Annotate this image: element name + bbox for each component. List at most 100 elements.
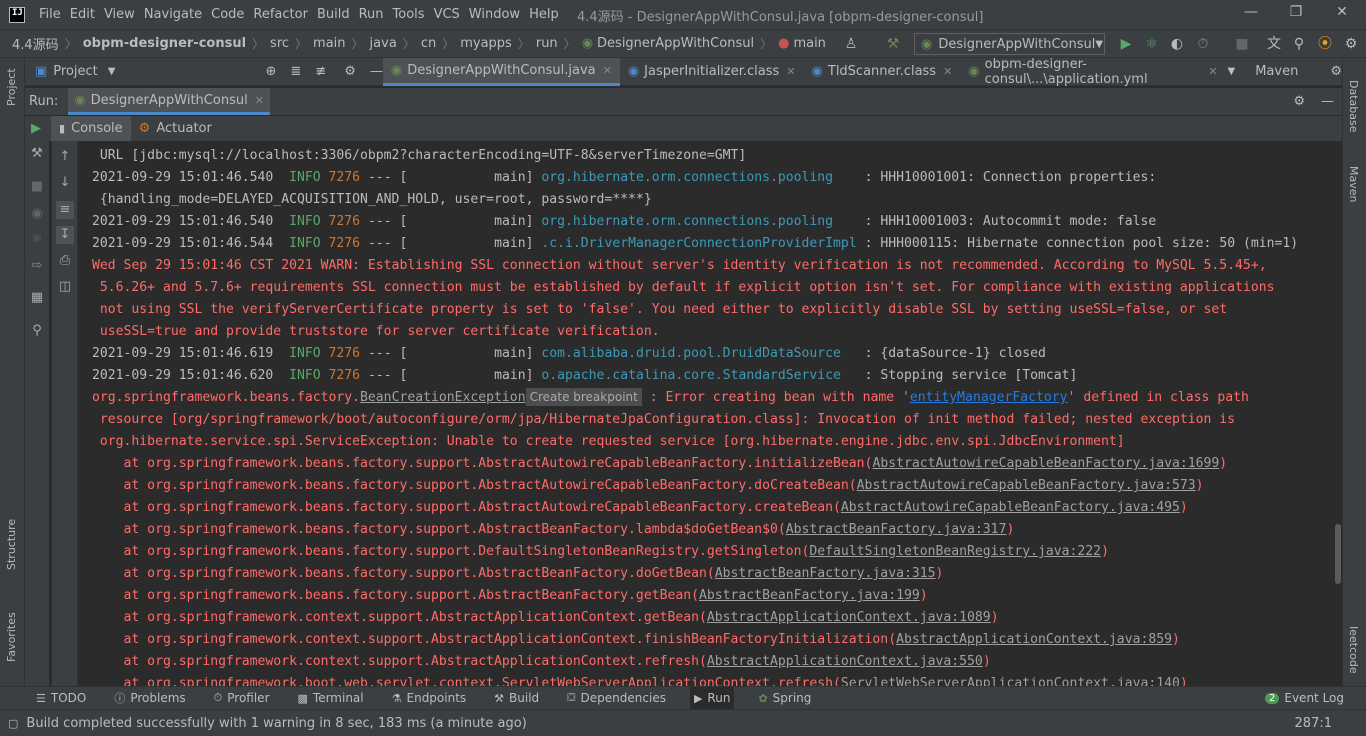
- run-panel-gear-icon[interactable]: ⚙: [1293, 94, 1305, 109]
- project-panel-header[interactable]: ▣ Project ▼ ⊕ ≣ ≢ ⚙ —: [25, 64, 383, 79]
- menu-build[interactable]: Build: [313, 7, 354, 22]
- print-icon[interactable]: ⎙: [56, 252, 74, 270]
- source-link[interactable]: AbstractBeanFactory.java:317: [786, 522, 1007, 537]
- leetcode-tool-button[interactable]: Ieetcode: [1347, 626, 1360, 674]
- favorites-tool-button[interactable]: Favorites: [5, 612, 18, 662]
- menu-edit[interactable]: Edit: [66, 7, 99, 22]
- coverage-icon[interactable]: ◐: [1168, 35, 1186, 53]
- exit-icon[interactable]: ⇨: [28, 257, 46, 275]
- translate-icon[interactable]: 文: [1265, 35, 1283, 53]
- menu-window[interactable]: Window: [465, 7, 524, 22]
- tab-application-yml[interactable]: ◉ obpm-designer-consul\...\application.y…: [960, 57, 1225, 87]
- tool-todo[interactable]: ☰ TODO: [32, 687, 90, 710]
- run-configuration-select[interactable]: ◉ DesignerAppWithConsul ▼: [914, 33, 1105, 55]
- tool-endpoints[interactable]: ⚗ Endpoints: [388, 687, 471, 710]
- event-log-button[interactable]: 2 Event Log: [1261, 687, 1348, 710]
- arrow-up-icon[interactable]: ↑: [56, 148, 74, 166]
- cursor-position[interactable]: 287:1: [1295, 716, 1332, 731]
- hide-icon[interactable]: —: [370, 64, 383, 79]
- breadcrumb-src[interactable]: src: [270, 36, 289, 51]
- menu-run[interactable]: Run: [355, 7, 388, 22]
- source-link[interactable]: AbstractAutowireCapableBeanFactory.java:…: [872, 456, 1219, 471]
- menu-vcs[interactable]: VCS: [430, 7, 464, 22]
- database-tool-button[interactable]: Database: [1347, 80, 1360, 133]
- layout-icon[interactable]: ▦: [28, 289, 46, 307]
- stop-icon[interactable]: ■: [1233, 35, 1251, 53]
- project-tool-button[interactable]: Project: [5, 68, 18, 106]
- close-tab-icon[interactable]: ✕: [943, 65, 952, 78]
- arrow-down-icon[interactable]: ↓: [56, 174, 74, 192]
- settings-sync-icon[interactable]: ⚙: [1342, 35, 1360, 53]
- tool-terminal[interactable]: ▩ Terminal: [294, 687, 368, 710]
- locate-icon[interactable]: ⊕: [265, 64, 276, 79]
- maven-tool-button[interactable]: Maven: [1347, 166, 1360, 202]
- source-link[interactable]: AbstractBeanFactory.java:315: [715, 566, 936, 581]
- console-output[interactable]: URL [jdbc:mysql://localhost:3306/obpm2?c…: [79, 141, 1334, 686]
- tab-jasperinitializer[interactable]: ◉ JasperInitializer.class ✕: [620, 58, 804, 86]
- console-scrollbar[interactable]: [1334, 141, 1342, 686]
- maven-panel-label[interactable]: Maven: [1255, 64, 1298, 79]
- source-link[interactable]: ServletWebServerApplicationContext.java:…: [841, 676, 1180, 686]
- breadcrumb-method[interactable]: ● main: [778, 36, 826, 51]
- scrollbar-thumb[interactable]: [1335, 524, 1341, 584]
- maven-gear-icon[interactable]: ⚙: [1330, 64, 1342, 79]
- breadcrumb-class[interactable]: ◉ DesignerAppWithConsul: [582, 36, 754, 51]
- source-link[interactable]: AbstractBeanFactory.java:199: [699, 588, 920, 603]
- tool-problems[interactable]: ⓘ Problems: [110, 687, 189, 710]
- breadcrumb-java[interactable]: java: [370, 36, 397, 51]
- menu-navigate[interactable]: Navigate: [140, 7, 206, 22]
- rerun-icon[interactable]: ▶: [31, 121, 41, 136]
- camera-icon[interactable]: ◉: [28, 205, 46, 223]
- restore-icon[interactable]: ❐: [1285, 4, 1307, 24]
- close-tab-icon[interactable]: ✕: [603, 64, 612, 77]
- gear-icon[interactable]: ⚙: [344, 64, 356, 79]
- menu-help[interactable]: Help: [525, 7, 563, 22]
- run-icon[interactable]: ▶: [1117, 35, 1135, 53]
- tool-spring[interactable]: ✿ Spring: [754, 687, 815, 710]
- close-window-icon[interactable]: ✕: [1331, 4, 1353, 24]
- intellij-logo-icon[interactable]: IJ: [9, 6, 25, 23]
- search-icon[interactable]: ⚲: [1290, 35, 1308, 53]
- source-link[interactable]: AbstractApplicationContext.java:1089: [707, 610, 991, 625]
- breadcrumb-myapps[interactable]: myapps: [460, 36, 512, 51]
- tool-build[interactable]: ⚒ Build: [490, 687, 543, 710]
- source-link[interactable]: AbstractAutowireCapableBeanFactory.java:…: [857, 478, 1196, 493]
- menu-view[interactable]: View: [100, 7, 139, 22]
- source-link[interactable]: DefaultSingletonBeanRegistry.java:222: [809, 544, 1101, 559]
- breadcrumb-project[interactable]: 4.4源码: [12, 34, 59, 53]
- trash-icon[interactable]: ◫: [56, 278, 74, 296]
- menu-file[interactable]: File: [35, 7, 65, 22]
- close-tab-icon[interactable]: ✕: [786, 65, 795, 78]
- tab-designerapp-java[interactable]: ◉ DesignerAppWithConsul.java ✕: [382, 57, 620, 86]
- debug-icon[interactable]: ⚛: [28, 231, 46, 249]
- menu-code[interactable]: Code: [207, 7, 248, 22]
- close-tab-icon[interactable]: ✕: [1208, 65, 1217, 78]
- breadcrumb-run[interactable]: run: [536, 36, 558, 51]
- breadcrumb-cn[interactable]: cn: [421, 36, 436, 51]
- tool-profiler[interactable]: ⏱ Profiler: [210, 687, 274, 710]
- collapse-all-icon[interactable]: ≢: [315, 64, 326, 79]
- tool-run[interactable]: ▶ Run: [689, 686, 735, 710]
- minimize-icon[interactable]: —: [1240, 4, 1262, 24]
- tab-console[interactable]: ▮ Console: [51, 116, 131, 141]
- close-tab-icon[interactable]: ✕: [255, 94, 264, 107]
- tool-dependencies[interactable]: ⛋ Dependencies: [563, 687, 670, 710]
- update-icon[interactable]: ⦿: [1316, 35, 1334, 53]
- hammer-build-icon[interactable]: ⚒: [884, 35, 902, 53]
- status-message[interactable]: Build completed successfully with 1 warn…: [26, 716, 526, 731]
- tab-tldscanner[interactable]: ◉ TldScanner.class ✕: [804, 58, 961, 86]
- breadcrumb-module[interactable]: obpm-designer-consul: [83, 36, 246, 51]
- source-link[interactable]: AbstractApplicationContext.java:859: [896, 632, 1172, 647]
- profile-icon[interactable]: ⏱: [1194, 35, 1212, 53]
- soft-wrap-icon[interactable]: ≡: [56, 201, 74, 219]
- user-icon[interactable]: ♙: [842, 35, 860, 53]
- tabs-overflow-icon[interactable]: ▼: [1228, 66, 1236, 77]
- source-link[interactable]: AbstractAutowireCapableBeanFactory.java:…: [841, 500, 1180, 515]
- wrench-icon[interactable]: ⚒: [28, 145, 46, 163]
- breadcrumb-main[interactable]: main: [313, 36, 345, 51]
- tab-actuator[interactable]: ⚙ Actuator: [131, 116, 220, 141]
- run-panel-hide-icon[interactable]: —: [1321, 94, 1334, 109]
- bean-name-link[interactable]: entityManagerFactory: [910, 390, 1068, 405]
- menu-tools[interactable]: Tools: [389, 7, 429, 22]
- scroll-to-end-icon[interactable]: ↧: [56, 226, 74, 244]
